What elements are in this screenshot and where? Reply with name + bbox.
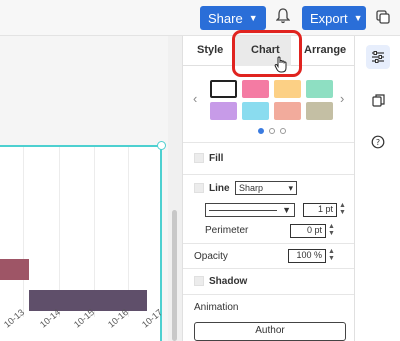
color-swatch[interactable] [274, 102, 301, 120]
pager-dot[interactable] [258, 128, 264, 134]
divider [183, 174, 355, 175]
color-swatch[interactable] [210, 80, 237, 98]
color-swatch[interactable] [274, 80, 301, 98]
line-checkbox[interactable] [194, 183, 204, 193]
format-panel: Style Chart Arrange ‹ › Fill Line Sharp … [182, 36, 355, 341]
hand-cursor-icon [274, 56, 288, 79]
chevron-down-icon: ▼ [282, 205, 291, 215]
vertical-scrollbar-thumb[interactable] [172, 210, 177, 341]
divider [183, 142, 355, 143]
copy-icon[interactable] [370, 94, 386, 110]
share-label: Share [208, 10, 243, 26]
tab-arrange[interactable]: Arrange [304, 44, 346, 56]
color-swatch[interactable] [306, 102, 333, 120]
top-bar: Share ▼ Export ▼ [0, 0, 400, 36]
chevron-down-icon: ▼ [353, 13, 363, 23]
opacity-stepper[interactable]: ▲ ▼ [328, 248, 335, 262]
tab-style[interactable]: Style [197, 44, 223, 56]
divider [183, 243, 355, 244]
line-label: Line [209, 183, 230, 194]
grid-line [23, 147, 24, 317]
divider [183, 268, 355, 269]
help-icon[interactable]: ? [370, 135, 386, 152]
app-root: Share ▼ Export ▼ 10-13 10-14 10-15 10-16… [0, 0, 400, 341]
chevron-down-icon: ▼ [248, 13, 258, 23]
line-width-stepper[interactable]: ▲ ▼ [339, 202, 346, 216]
color-swatch[interactable] [242, 80, 269, 98]
pager-dot[interactable] [269, 128, 275, 134]
line-pattern-preview [209, 209, 277, 211]
shadow-checkbox[interactable] [194, 276, 204, 286]
perimeter-input[interactable]: 0 pt [290, 224, 326, 238]
color-swatch[interactable] [306, 80, 333, 98]
sliders-icon[interactable] [370, 50, 386, 67]
line-pattern-select[interactable]: ▼ [205, 203, 295, 217]
share-button[interactable]: Share ▼ [200, 6, 266, 30]
svg-text:?: ? [376, 138, 380, 147]
fill-label: Fill [209, 153, 224, 164]
pager-dot[interactable] [280, 128, 286, 134]
tab-highlight-annotation [232, 30, 302, 77]
perimeter-label: Perimeter [205, 225, 249, 236]
line-style-value: Sharp [239, 183, 264, 193]
export-label: Export [310, 10, 348, 26]
chevron-left-icon[interactable]: ‹ [193, 91, 197, 106]
right-rail [354, 36, 400, 341]
resize-handle[interactable] [157, 141, 166, 150]
shadow-label: Shadow [209, 276, 248, 287]
chevron-down-icon: ▾ [288, 182, 293, 193]
gantt-bar[interactable] [0, 259, 29, 280]
color-swatch[interactable] [210, 102, 237, 120]
line-width-input[interactable]: 1 pt [303, 203, 337, 217]
layers-icon[interactable] [376, 10, 390, 24]
chart-selection[interactable] [0, 145, 162, 341]
bell-icon[interactable] [275, 8, 291, 26]
chevron-right-icon[interactable]: › [340, 91, 344, 106]
export-button[interactable]: Export ▼ [302, 6, 366, 30]
opacity-input[interactable]: 100 % [288, 249, 326, 263]
color-swatch[interactable] [242, 102, 269, 120]
author-button[interactable]: Author [194, 322, 346, 341]
divider [183, 294, 355, 295]
perimeter-stepper[interactable]: ▲ ▼ [328, 223, 335, 237]
animation-label: Animation [194, 302, 239, 313]
fill-checkbox[interactable] [194, 153, 204, 163]
opacity-label: Opacity [194, 251, 228, 262]
line-style-select[interactable]: Sharp ▾ [235, 181, 297, 195]
